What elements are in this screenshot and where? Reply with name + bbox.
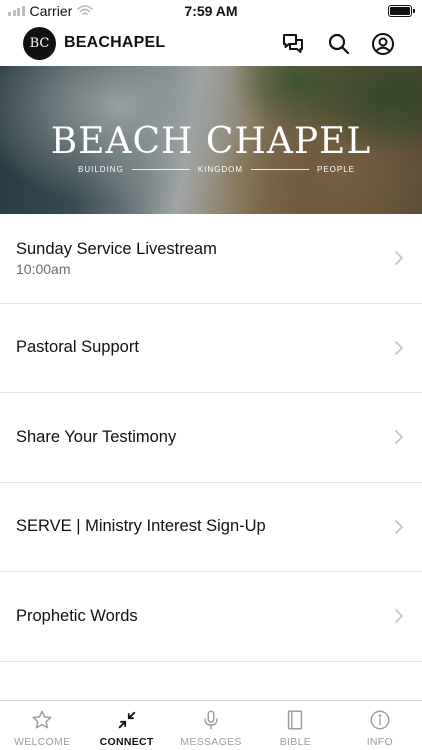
menu-item-label: Prophetic Words bbox=[16, 606, 138, 625]
book-icon bbox=[288, 710, 303, 730]
chevron-right-icon bbox=[394, 519, 404, 534]
chevron-right-icon bbox=[394, 430, 404, 445]
menu-item-label: Sunday Service Livestream bbox=[16, 239, 217, 258]
tagline-word: BUILDING bbox=[78, 165, 124, 174]
menu-item-label: Pastoral Support bbox=[16, 338, 139, 357]
tab-connect[interactable]: CONNECT bbox=[84, 701, 168, 750]
menu-item-pastoral-support[interactable]: Pastoral Support bbox=[0, 304, 422, 393]
hero-banner: BEACH CHAPEL BUILDING KINGDOM PEOPLE bbox=[0, 66, 422, 214]
menu-item-label: SERVE | Ministry Interest Sign-Up bbox=[16, 517, 266, 536]
tab-label: BIBLE bbox=[279, 736, 312, 748]
chat-icon[interactable] bbox=[281, 32, 305, 56]
banner-title: BEACH CHAPEL bbox=[50, 121, 372, 162]
status-bar: Carrier 7:59 AM bbox=[0, 0, 422, 22]
tagline-divider bbox=[251, 169, 309, 170]
tab-label: WELCOME bbox=[14, 736, 71, 748]
tab-messages[interactable]: MESSAGES bbox=[169, 701, 253, 750]
battery-icon bbox=[388, 5, 415, 17]
app-title: BEACHAPEL bbox=[64, 34, 166, 51]
tab-label: MESSAGES bbox=[180, 736, 242, 748]
tagline-word: PEOPLE bbox=[317, 165, 356, 174]
chevron-right-icon bbox=[394, 340, 404, 355]
tab-label: INFO bbox=[366, 736, 393, 748]
app-header: BC BEACHAPEL bbox=[0, 22, 422, 66]
logo-text: BC bbox=[29, 36, 50, 51]
banner-tagline: BUILDING KINGDOM PEOPLE bbox=[78, 165, 355, 174]
menu-item-prophetic-words[interactable]: Prophetic Words bbox=[0, 572, 422, 662]
tagline-divider bbox=[131, 169, 190, 170]
menu-item-serve-signup[interactable]: SERVE | Ministry Interest Sign-Up bbox=[0, 483, 422, 572]
tab-bar: WELCOME CONNECT MESSAGES BIBLE INFO bbox=[0, 700, 422, 750]
menu-list: Sunday Service Livestream 10:00am Pastor… bbox=[0, 214, 422, 662]
tab-welcome[interactable]: WELCOME bbox=[0, 701, 84, 750]
search-icon[interactable] bbox=[327, 32, 351, 56]
arrows-in-icon bbox=[118, 711, 135, 729]
info-icon bbox=[370, 710, 390, 730]
menu-item-label: Share Your Testimony bbox=[16, 427, 177, 446]
chevron-right-icon bbox=[394, 609, 404, 624]
microphone-icon bbox=[204, 710, 218, 730]
tab-info[interactable]: INFO bbox=[338, 701, 422, 750]
profile-icon[interactable] bbox=[371, 32, 395, 56]
chevron-right-icon bbox=[394, 251, 404, 266]
star-icon bbox=[32, 710, 52, 729]
menu-item-sublabel: 10:00am bbox=[16, 260, 71, 277]
tagline-word: KINGDOM bbox=[197, 165, 244, 174]
tab-bible[interactable]: BIBLE bbox=[253, 701, 337, 750]
app-logo: BC bbox=[23, 27, 56, 60]
status-time: 7:59 AM bbox=[184, 3, 238, 19]
tab-label: CONNECT bbox=[99, 736, 154, 748]
menu-item-testimony[interactable]: Share Your Testimony bbox=[0, 393, 422, 483]
menu-item-livestream[interactable]: Sunday Service Livestream 10:00am bbox=[0, 214, 422, 304]
